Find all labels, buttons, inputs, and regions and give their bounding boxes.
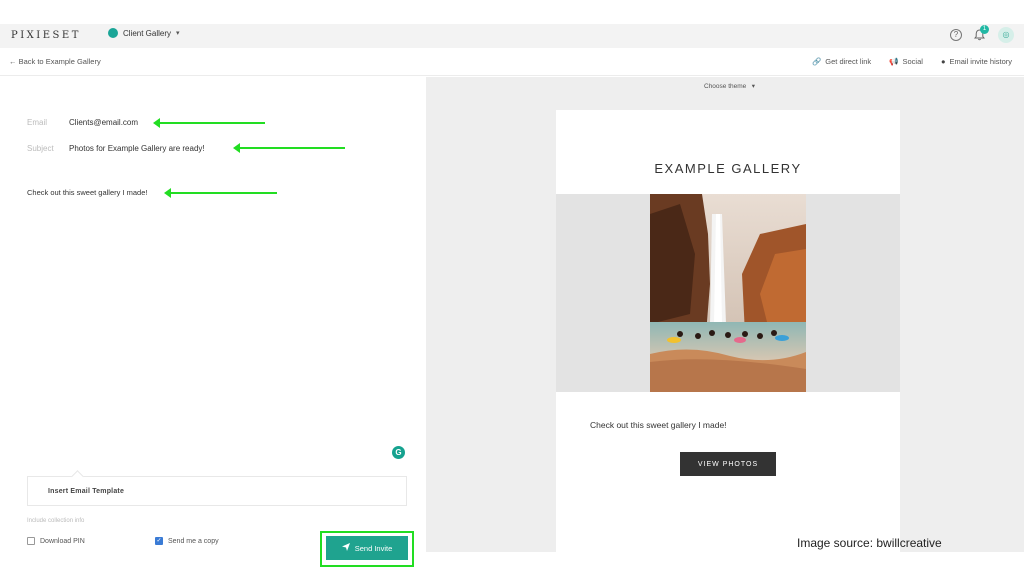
insert-email-template-button[interactable]: Insert Email Template xyxy=(48,488,124,495)
notification-badge: 1 xyxy=(980,25,989,34)
notifications-button[interactable]: 1 xyxy=(973,25,989,41)
send-copy-checkbox[interactable]: ✓ xyxy=(155,537,163,545)
subject-field[interactable]: Photos for Example Gallery are ready! xyxy=(69,144,205,153)
subject-highlight-arrow xyxy=(233,143,345,153)
send-icon xyxy=(341,543,350,553)
back-link[interactable]: ← Back to Example Gallery xyxy=(9,57,101,66)
email-highlight-arrow xyxy=(153,118,265,128)
body-highlight-arrow xyxy=(164,188,277,198)
gallery-switcher[interactable]: Client Gallery ▾ xyxy=(108,28,180,38)
message-body-field[interactable]: Check out this sweet gallery I made! xyxy=(27,188,147,197)
subject-label: Subject xyxy=(27,144,54,153)
top-bar: PIXIESET Client Gallery ▾ ? 1 ◎ xyxy=(0,24,1024,48)
email-preview-panel: Choose theme ▾ EXAMPLE GALLERY Check out… xyxy=(426,77,1024,552)
download-pin-checkbox[interactable] xyxy=(27,537,35,545)
sub-toolbar: ← Back to Example Gallery 🔗 Get direct li… xyxy=(0,48,1024,76)
download-pin-label: Download PIN xyxy=(40,537,85,545)
email-label: Email xyxy=(27,118,48,127)
email-field[interactable]: Clients@email.com xyxy=(69,118,138,127)
get-direct-link-label: Get direct link xyxy=(825,57,872,66)
choose-theme-dropdown[interactable]: Choose theme ▾ xyxy=(704,82,755,90)
preview-gallery-title: EXAMPLE GALLERY xyxy=(654,161,802,176)
preview-hero-band xyxy=(556,194,900,392)
link-icon: 🔗 xyxy=(811,57,822,66)
send-invite-button[interactable]: Send Invite xyxy=(326,536,408,560)
help-icon[interactable]: ? xyxy=(950,29,962,41)
history-icon: ● xyxy=(940,57,946,66)
arrow-left-icon: ← xyxy=(9,57,17,66)
send-invite-label: Send Invite xyxy=(354,543,393,553)
avatar[interactable]: ◎ xyxy=(998,27,1014,43)
pixieset-logo[interactable]: PIXIESET xyxy=(11,30,81,41)
gallery-icon xyxy=(108,28,118,38)
preview-message-body: Check out this sweet gallery I made! xyxy=(590,420,727,430)
collection-info-label: Include collection info xyxy=(27,518,85,524)
gallery-cover-photo xyxy=(650,194,806,392)
gallery-switcher-label: Client Gallery xyxy=(123,28,172,38)
email-compose-panel: Email Clients@email.com Subject Photos f… xyxy=(0,77,426,567)
insert-email-template-box: Insert Email Template xyxy=(27,476,407,506)
app-window: PIXIESET Client Gallery ▾ ? 1 ◎ ← Back t… xyxy=(0,24,1024,567)
email-invite-history-label: Email invite history xyxy=(949,57,1012,66)
chevron-down-icon: ▾ xyxy=(176,30,180,37)
back-link-label: Back to Example Gallery xyxy=(18,57,101,66)
email-invite-history-button[interactable]: ● Email invite history xyxy=(941,57,1012,66)
send-copy-option[interactable]: ✓ Send me a copy xyxy=(155,537,219,545)
chevron-down-icon: ▾ xyxy=(748,83,755,90)
image-source-caption: Image source: bwillcreative xyxy=(797,536,942,550)
share-actions: 🔗 Get direct link 📢 Social ● Email invite h… xyxy=(812,57,1012,66)
megaphone-icon: 📢 xyxy=(889,57,899,66)
send-copy-label: Send me a copy xyxy=(168,537,219,545)
top-icons: ? 1 ◎ xyxy=(950,25,1014,43)
social-button[interactable]: 📢 Social xyxy=(889,57,923,66)
get-direct-link-button[interactable]: 🔗 Get direct link xyxy=(812,57,871,66)
download-pin-option[interactable]: Download PIN xyxy=(27,537,85,545)
choose-theme-label: Choose theme xyxy=(704,83,747,90)
view-photos-button[interactable]: VIEW PHOTOS xyxy=(680,452,776,476)
grammarly-icon[interactable]: G xyxy=(392,446,405,459)
email-preview-card: EXAMPLE GALLERY Check out this sweet gal… xyxy=(556,110,900,552)
social-label: Social xyxy=(902,57,923,66)
